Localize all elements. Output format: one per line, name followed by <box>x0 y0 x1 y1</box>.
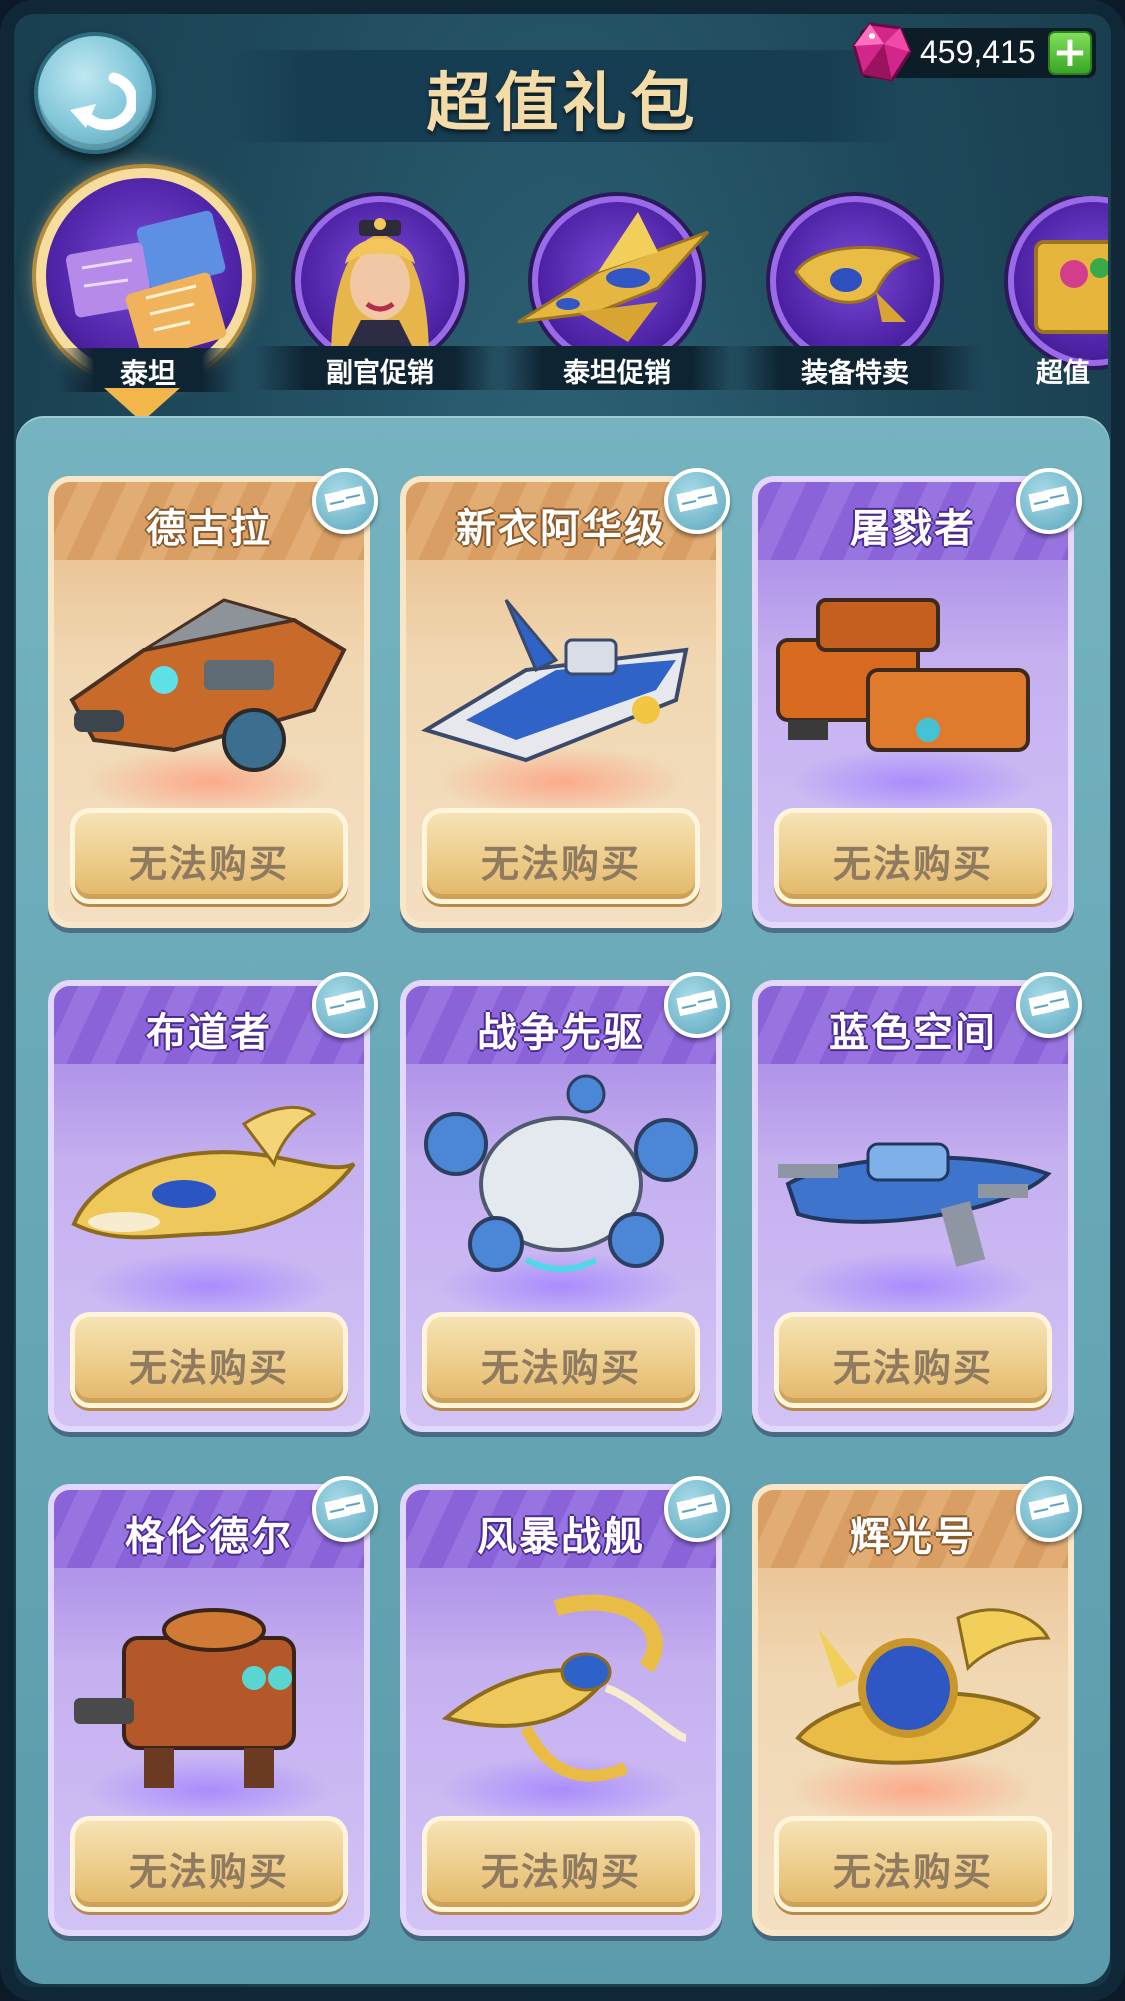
tab-equipment-label: 装备特卖 <box>801 358 909 389</box>
titan-card-dracula[interactable]: 德古拉 无法购买 <box>48 468 378 928</box>
tab-titan[interactable]: 泰坦 <box>18 168 268 392</box>
golden-claw-ship-icon <box>441 1594 688 1782</box>
equipment-icon <box>794 245 921 322</box>
tab-titan-sale-ring <box>517 196 710 366</box>
blueprint-icon <box>324 1493 366 1521</box>
blueprint-icon <box>324 485 366 513</box>
cannot-buy-button[interactable]: 无法购买 <box>422 808 700 904</box>
blueprint-badge[interactable] <box>1016 1476 1082 1542</box>
titan-card-grendel[interactable]: 格伦德尔 无法购买 <box>48 1476 378 1936</box>
tab-value-gift[interactable]: 超值礼 <box>998 196 1108 396</box>
titan-card-radiance[interactable]: 辉光号 无法购买 <box>752 1476 1082 1936</box>
blue-cruiser-ship-icon <box>421 599 689 763</box>
cannot-buy-button[interactable]: 无法购买 <box>774 808 1052 904</box>
tab-value-gift-ring <box>1008 196 1108 366</box>
cannot-buy-button[interactable]: 无法购买 <box>774 1312 1052 1408</box>
blueprint-badge[interactable] <box>312 972 378 1038</box>
golden-orb-ship-icon <box>795 1608 1051 1765</box>
cannot-buy-label: 无法购买 <box>128 1850 289 1894</box>
titan-card-war-herald[interactable]: 战争先驱 无法购买 <box>400 972 730 1432</box>
titan-card-new-iowa[interactable]: 新衣阿华级 无法购买 <box>400 468 730 928</box>
tab-officer-sale[interactable]: 副官促销 <box>255 196 505 396</box>
tab-titan-label: 泰坦 <box>119 357 176 390</box>
tab-titan-sale-label: 泰坦促销 <box>563 358 671 389</box>
tab-titan-sale[interactable]: 泰坦促销 <box>492 196 742 396</box>
orange-armored-ship-icon <box>69 598 347 772</box>
cannot-buy-label: 无法购买 <box>832 1346 993 1390</box>
blueprint-badge[interactable] <box>312 468 378 534</box>
back-button[interactable] <box>34 32 156 154</box>
blueprint-icon <box>676 1493 718 1521</box>
blueprint-icon <box>676 989 718 1017</box>
blue-battleship-icon <box>778 1142 1052 1267</box>
blueprint-icon <box>324 989 366 1017</box>
tab-equipment-sale[interactable]: 装备特卖 <box>730 196 980 396</box>
cannot-buy-button[interactable]: 无法购买 <box>70 1312 348 1408</box>
cannot-buy-label: 无法购买 <box>480 1850 641 1894</box>
cannot-buy-button[interactable]: 无法购买 <box>70 808 348 904</box>
blueprint-papers-icon <box>65 210 227 360</box>
titan-card-storm-warship[interactable]: 风暴战舰 无法购买 <box>400 1476 730 1936</box>
white-airship-icon <box>424 1074 698 1272</box>
titan-card-blue-space[interactable]: 蓝色空间 无法购买 <box>752 972 1082 1432</box>
golden-ship-icon <box>517 212 710 342</box>
add-gems-button[interactable]: + <box>1048 31 1092 75</box>
blueprint-icon <box>1028 1493 1070 1521</box>
cannot-buy-label: 无法购买 <box>832 1850 993 1894</box>
tab-officer-ring <box>295 196 465 366</box>
blueprint-badge[interactable] <box>1016 972 1082 1038</box>
cannot-buy-label: 无法购买 <box>832 842 993 886</box>
blueprint-icon <box>1028 989 1070 1017</box>
cannot-buy-button[interactable]: 无法购买 <box>70 1816 348 1912</box>
gem-amount: 459,415 <box>920 34 1036 70</box>
cannot-buy-label: 无法购买 <box>128 842 289 886</box>
tab-value-gift-label: 超值礼 <box>1036 358 1090 389</box>
titan-card-slaughterer[interactable]: 屠戮者 无法购买 <box>752 468 1082 928</box>
cannot-buy-button[interactable]: 无法购买 <box>422 1312 700 1408</box>
gift-box-icon <box>1034 240 1108 334</box>
rust-mech-ship-icon <box>74 1608 296 1788</box>
gem-icon <box>852 22 912 82</box>
blueprint-badge[interactable] <box>664 972 730 1038</box>
officer-portrait-icon <box>331 218 429 360</box>
cannot-buy-label: 无法购买 <box>128 1346 289 1390</box>
blueprint-icon <box>1028 485 1070 513</box>
tab-officer-label: 副官促销 <box>326 358 434 389</box>
blueprint-badge[interactable] <box>1016 468 1082 534</box>
blueprint-icon <box>676 485 718 513</box>
cannot-buy-label: 无法购买 <box>480 1346 641 1390</box>
orange-tank-ship-icon <box>776 598 1030 752</box>
gem-currency: 459,415 + <box>852 22 1096 82</box>
cannot-buy-label: 无法购买 <box>480 842 641 886</box>
back-arrow-icon <box>70 72 136 131</box>
golden-manta-ship-icon <box>71 1105 356 1240</box>
cannot-buy-button[interactable]: 无法购买 <box>422 1816 700 1912</box>
cannot-buy-button[interactable]: 无法购买 <box>774 1816 1052 1912</box>
blueprint-badge[interactable] <box>664 468 730 534</box>
tab-equipment-ring <box>770 196 940 366</box>
blueprint-badge[interactable] <box>664 1476 730 1542</box>
blueprint-badge[interactable] <box>312 1476 378 1542</box>
titan-card-preacher[interactable]: 布道者 无法购买 <box>48 972 378 1432</box>
